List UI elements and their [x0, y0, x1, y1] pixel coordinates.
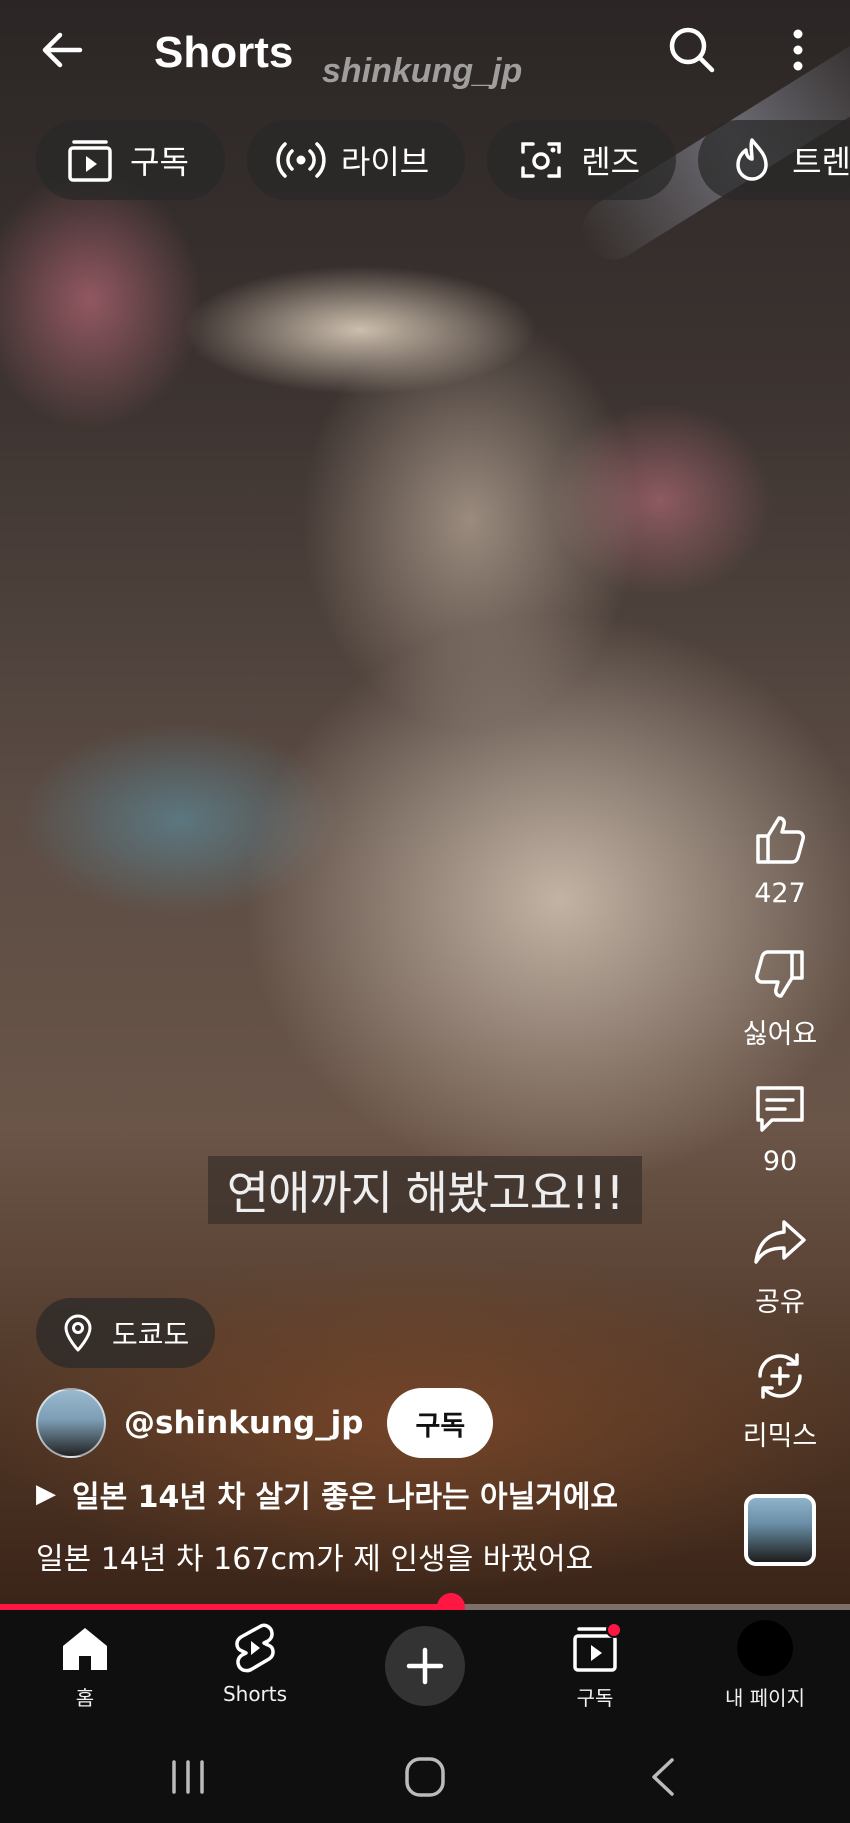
- recent-apps-icon: [172, 1760, 204, 1794]
- thumb-up-icon: [756, 816, 805, 864]
- comments-button[interactable]: 90: [730, 1078, 830, 1177]
- remix-button[interactable]: 리믹스: [730, 1346, 830, 1453]
- back-chevron-icon: [652, 1758, 674, 1796]
- plus-icon: [406, 1647, 444, 1685]
- shorts-icon: [235, 1623, 275, 1673]
- dislike-label: 싫어요: [742, 1019, 818, 1050]
- search-icon: [669, 27, 715, 73]
- chip-label: 라이브: [340, 143, 430, 181]
- home-icon: [63, 1628, 107, 1670]
- chip-label: 구독: [130, 143, 189, 181]
- arrow-back-icon: [42, 32, 83, 68]
- subscribe-button[interactable]: 구독: [387, 1388, 494, 1458]
- nav-subscriptions-label: 구독: [576, 1686, 614, 1710]
- filter-chips: 구독 라이브 렌즈 트렌: [36, 120, 850, 200]
- chip-subscriptions[interactable]: 구독: [36, 120, 225, 200]
- home-circle-icon: [405, 1757, 445, 1797]
- video-watermark: shinkung_jp: [322, 52, 523, 90]
- channel-name[interactable]: @shinkung_jp: [124, 1405, 363, 1441]
- recent-apps-button[interactable]: [160, 1752, 216, 1802]
- nav-shorts-label: Shorts: [222, 1682, 288, 1706]
- linked-video-title[interactable]: ▶ 일본 14년 차 살기 좋은 나라는 아닐거에요: [36, 1472, 618, 1516]
- profile-avatar: [737, 1620, 793, 1676]
- nav-shorts[interactable]: Shorts: [170, 1620, 340, 1706]
- nav-home-label: 홈: [75, 1686, 95, 1710]
- system-navigation-bar: [0, 1730, 850, 1823]
- trending-icon: [736, 138, 768, 181]
- create-button[interactable]: [385, 1626, 465, 1706]
- nav-subscriptions[interactable]: 구독: [510, 1620, 680, 1711]
- share-label: 공유: [755, 1287, 805, 1318]
- linked-video-label: 일본 14년 차 살기 좋은 나라는 아닐거에요: [72, 1480, 619, 1515]
- comment-count: 90: [762, 1146, 798, 1177]
- location-label: 도쿄도: [112, 1318, 190, 1351]
- notification-dot: [606, 1622, 622, 1638]
- system-back-button[interactable]: [636, 1752, 692, 1802]
- home-system-button[interactable]: [397, 1752, 453, 1802]
- search-button[interactable]: [664, 22, 720, 78]
- sound-thumbnail[interactable]: [744, 1494, 816, 1566]
- live-icon: [276, 142, 326, 178]
- location-pin-icon: [64, 1314, 92, 1352]
- channel-row: @shinkung_jp 구독: [36, 1386, 494, 1460]
- chip-label: 렌즈: [581, 143, 641, 181]
- play-arrow-icon: ▶: [36, 1479, 56, 1509]
- more-vert-icon: [793, 29, 803, 71]
- like-count: 427: [754, 878, 806, 909]
- subscriptions-icon: [68, 140, 112, 182]
- back-button[interactable]: [34, 22, 90, 78]
- chip-trending[interactable]: 트렌: [698, 120, 850, 200]
- more-options-button[interactable]: [770, 22, 826, 78]
- bottom-navigation: 홈 Shorts 구독 내 페이지: [0, 1610, 850, 1730]
- page-title: Shorts: [154, 28, 294, 77]
- top-bar: Shorts shinkung_jp: [0, 0, 850, 110]
- dislike-button[interactable]: 싫어요: [730, 944, 830, 1051]
- remix-icon: [758, 1353, 802, 1399]
- remix-label: 리믹스: [742, 1421, 818, 1452]
- chip-label: 트렌: [792, 143, 850, 181]
- chip-lens[interactable]: 렌즈: [487, 120, 677, 200]
- chip-live[interactable]: 라이브: [246, 120, 466, 200]
- nav-you-label: 내 페이지: [725, 1686, 805, 1710]
- video-player[interactable]: [0, 0, 850, 1610]
- video-description[interactable]: 일본 14년 차 167cm가 제 인생을 바꿨어요: [36, 1534, 593, 1578]
- nav-you[interactable]: 내 페이지: [680, 1620, 850, 1711]
- location-chip[interactable]: 도쿄도: [36, 1298, 216, 1368]
- comment-icon: [756, 1086, 804, 1132]
- share-button[interactable]: 공유: [730, 1212, 830, 1319]
- like-button[interactable]: 427: [730, 810, 830, 909]
- thumb-down-icon: [755, 950, 804, 998]
- share-icon: [754, 1220, 806, 1264]
- channel-avatar[interactable]: [36, 1388, 106, 1458]
- nav-home[interactable]: 홈: [0, 1620, 170, 1711]
- lens-icon: [521, 142, 561, 178]
- video-caption: 연애까지 해봤고요!!!: [208, 1156, 642, 1224]
